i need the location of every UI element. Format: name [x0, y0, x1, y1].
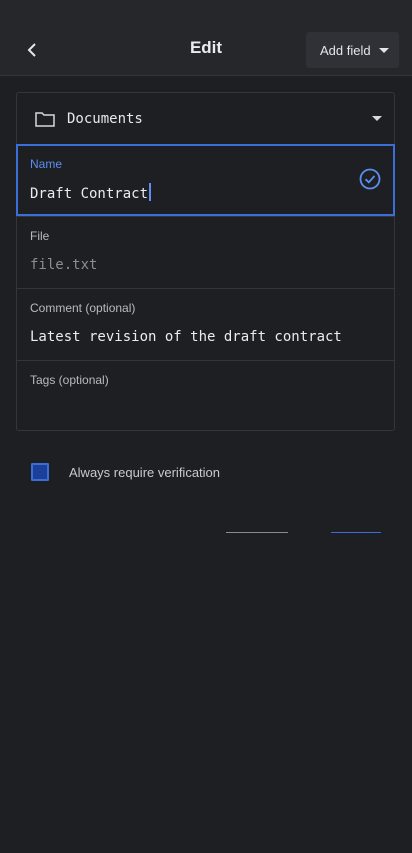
edit-form: Documents File file.txt Comment (optiona…: [16, 92, 395, 431]
file-label: File: [30, 229, 50, 243]
verification-label: Always require verification: [69, 464, 221, 480]
tags-label: Tags (optional): [30, 373, 109, 387]
cancel-button[interactable]: [226, 532, 288, 533]
comment-value: Latest revision of the draft contract: [30, 329, 342, 345]
add-field-button[interactable]: Add field: [306, 32, 399, 68]
name-input[interactable]: Draft Contract: [30, 183, 152, 202]
comment-label: Comment (optional): [30, 301, 136, 315]
name-label: Name: [30, 157, 63, 171]
save-button[interactable]: [331, 532, 381, 533]
caret-down-icon: [372, 116, 382, 121]
file-value: file.txt: [30, 257, 98, 273]
verification-checkbox[interactable]: [31, 463, 49, 481]
caret-down-icon: [378, 47, 389, 53]
file-field[interactable]: File file.txt: [17, 216, 394, 288]
name-field[interactable]: Name Draft Contract: [16, 144, 395, 216]
tags-field[interactable]: Tags (optional): [17, 360, 394, 430]
verification-toggle[interactable]: Always require verification: [31, 463, 220, 481]
add-field-label: Add field: [320, 42, 371, 58]
app-header: Edit Add field: [0, 0, 412, 76]
folder-icon: [35, 112, 55, 127]
text-cursor: [149, 183, 152, 201]
folder-label: Documents: [67, 111, 143, 127]
check-circle-icon: [359, 168, 381, 190]
name-value: Draft Contract: [30, 186, 149, 202]
folder-select[interactable]: Documents: [17, 93, 394, 145]
comment-field[interactable]: Comment (optional) Latest revision of th…: [17, 288, 394, 360]
